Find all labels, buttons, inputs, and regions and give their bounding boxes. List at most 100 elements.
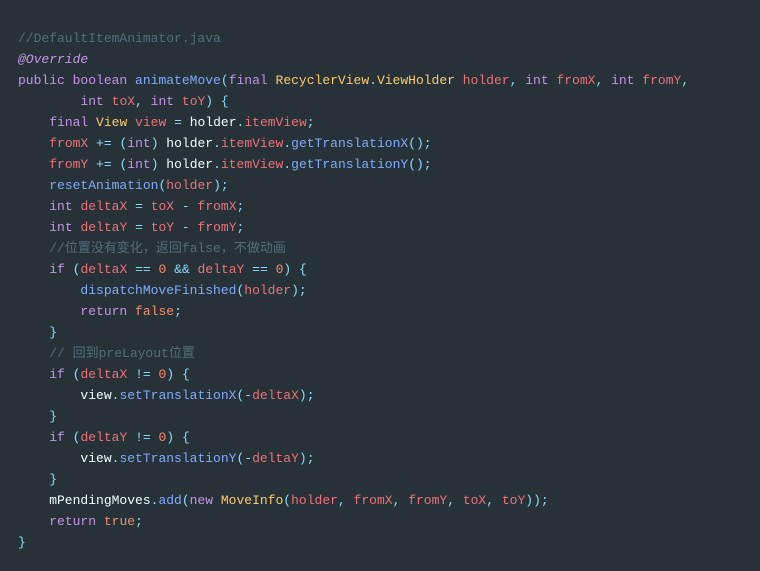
code-token: !=: [135, 430, 151, 445]
code-token: [18, 157, 49, 172]
code-token: deltaX: [80, 367, 127, 382]
code-token: deltaY: [80, 220, 127, 235]
code-token: fromX: [198, 199, 237, 214]
code-token: ;: [307, 115, 315, 130]
code-token: [18, 94, 80, 109]
code-token: [127, 367, 135, 382]
code-token: ;: [135, 514, 143, 529]
code-token: [18, 346, 49, 361]
code-token: resetAnimation: [49, 178, 158, 193]
code-token: [127, 304, 135, 319]
code-token: getTranslationY: [291, 157, 408, 172]
code-token: .: [283, 157, 291, 172]
code-token: [291, 262, 299, 277]
code-token: (: [182, 493, 190, 508]
code-token: .: [369, 73, 377, 88]
code-token: ;: [237, 220, 245, 235]
code-token: add: [158, 493, 181, 508]
code-token: getTranslationX: [291, 136, 408, 151]
code-token: [65, 262, 73, 277]
code-token: [18, 262, 49, 277]
code-token: [96, 514, 104, 529]
code-token: [88, 157, 96, 172]
code-token: toX: [463, 493, 486, 508]
code-token: .: [213, 136, 221, 151]
code-token: ;: [307, 388, 315, 403]
code-token: return: [80, 304, 127, 319]
code-token: holder: [291, 493, 338, 508]
code-token: holder: [159, 136, 214, 151]
code-token: //DefaultItemAnimator.java: [18, 31, 221, 46]
code-token: holder: [244, 283, 291, 298]
code-token: itemView: [244, 115, 306, 130]
code-token: [174, 94, 182, 109]
code-token: boolean: [73, 73, 128, 88]
code-token: [65, 367, 73, 382]
code-token: return: [49, 514, 96, 529]
code-token: [65, 73, 73, 88]
code-token: holder: [463, 73, 510, 88]
code-token: holder: [166, 178, 213, 193]
code-token: }: [49, 409, 57, 424]
code-token: toY: [502, 493, 525, 508]
code-token: view: [135, 115, 166, 130]
code-token: =: [135, 220, 143, 235]
code-token: deltaX: [252, 388, 299, 403]
code-token: fromX: [556, 73, 595, 88]
code-token: dispatchMoveFinished: [80, 283, 236, 298]
code-token: ): [299, 388, 307, 403]
code-token: ,: [338, 493, 346, 508]
code-token: ): [166, 367, 174, 382]
code-token: int: [49, 199, 72, 214]
code-token: [18, 283, 80, 298]
code-token: int: [127, 136, 150, 151]
code-token: deltaX: [80, 199, 127, 214]
code-token: [143, 94, 151, 109]
code-token: -: [244, 388, 252, 403]
code-token: [143, 199, 151, 214]
code-token: =: [135, 199, 143, 214]
code-token: if: [49, 262, 65, 277]
code-token: animateMove: [135, 73, 221, 88]
code-token: public: [18, 73, 65, 88]
code-token: [174, 199, 182, 214]
code-token: ): [151, 136, 159, 151]
code-token: [18, 472, 49, 487]
code-token: [18, 220, 49, 235]
code-token: [88, 115, 96, 130]
code-token: deltaY: [80, 430, 127, 445]
code-token: ;: [174, 304, 182, 319]
code-token: // 回到preLayout位置: [49, 346, 195, 361]
code-token: [174, 367, 182, 382]
code-token: -: [182, 199, 190, 214]
code-token: ): [213, 178, 221, 193]
code-token: [494, 493, 502, 508]
code-token: [190, 262, 198, 277]
code-token: ;: [424, 136, 432, 151]
code-token: [127, 199, 135, 214]
code-token: [244, 262, 252, 277]
code-token: [18, 199, 49, 214]
code-token: ;: [299, 283, 307, 298]
code-token: [104, 94, 112, 109]
code-token: toX: [151, 199, 174, 214]
code-token: holder: [159, 157, 214, 172]
code-token: fromX: [354, 493, 393, 508]
code-token: (): [408, 157, 424, 172]
code-token: itemView: [221, 136, 283, 151]
code-token: ,: [447, 493, 455, 508]
code-token: {: [221, 94, 229, 109]
code-token: ,: [486, 493, 494, 508]
code-token: [65, 430, 73, 445]
code-token: -: [244, 451, 252, 466]
code-token: [268, 73, 276, 88]
code-token: (): [408, 136, 424, 151]
code-token: toY: [182, 94, 205, 109]
code-token: toX: [112, 94, 135, 109]
code-token: {: [182, 430, 190, 445]
code-token: [18, 409, 49, 424]
code-token: deltaX: [80, 262, 127, 277]
code-token: [18, 115, 49, 130]
code-token: .: [213, 157, 221, 172]
code-token: ,: [135, 94, 143, 109]
